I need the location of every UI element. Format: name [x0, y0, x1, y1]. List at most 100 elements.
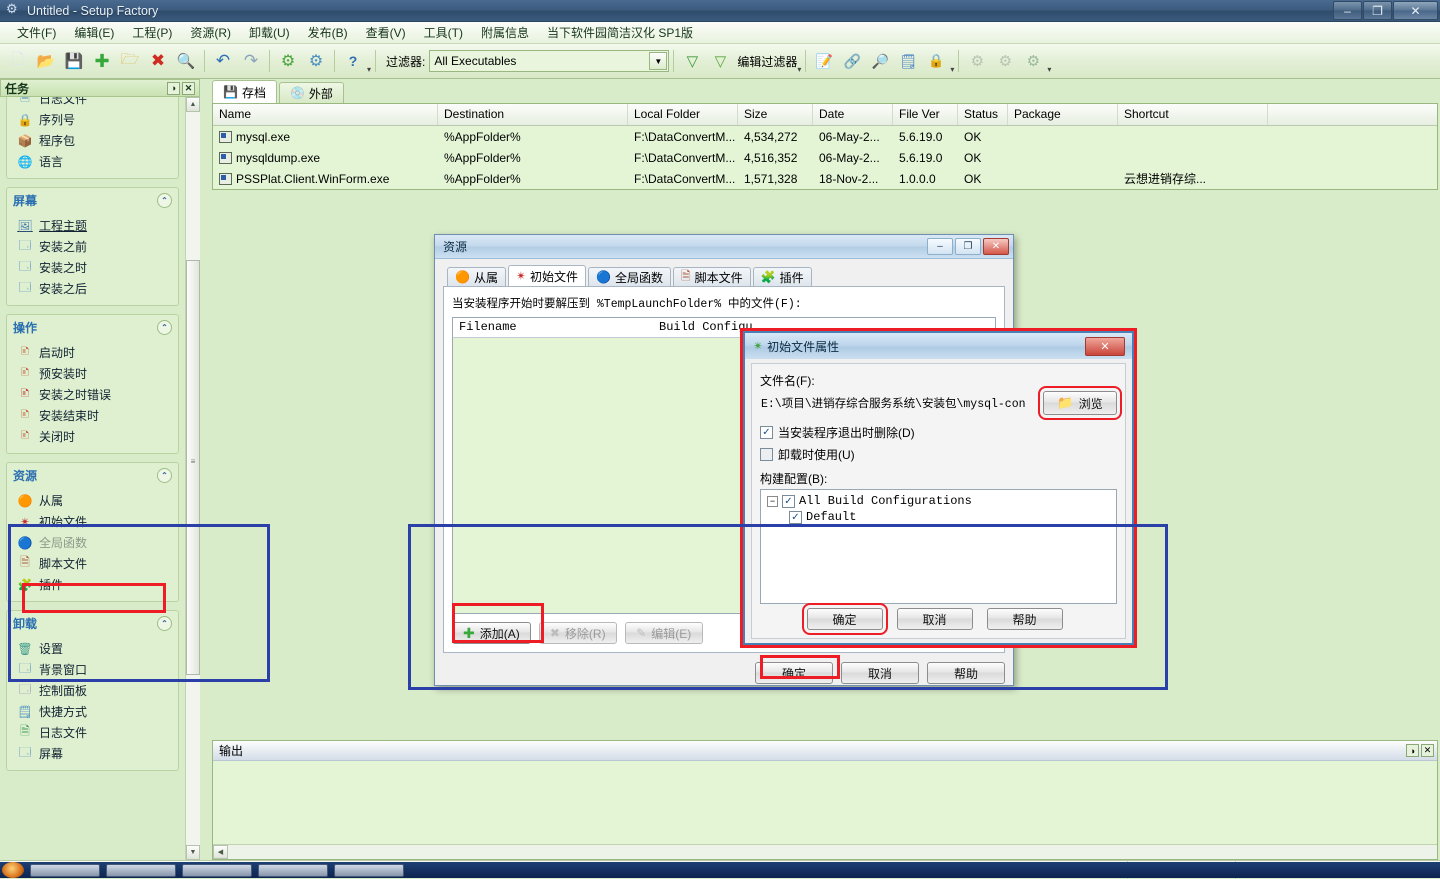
test-run-icon[interactable]: ⚙ — [992, 48, 1018, 74]
cancel-button[interactable]: 取消 — [841, 662, 919, 684]
sidebar-item-shortcut[interactable]: 🗒 快捷方式 — [7, 701, 178, 722]
taskbar-button[interactable] — [106, 864, 176, 877]
resource-maximize-button[interactable]: ❐ — [955, 238, 981, 255]
add-button[interactable]: ✚ 添加(A) — [452, 622, 531, 644]
toolbar-overflow-1[interactable]: ▾ — [367, 65, 371, 74]
sidebar-item-on-preinstall[interactable]: 🗈 预安装时 — [7, 363, 178, 384]
column-header-name[interactable]: Name — [213, 104, 438, 125]
tree-node-default[interactable]: ✓ Default — [789, 510, 1110, 524]
sidebar-item-on-shutdown[interactable]: 🗈 关闭时 — [7, 426, 178, 447]
help-icon[interactable]: ? — [340, 48, 366, 74]
use-on-uninstall-row[interactable]: 卸载时使用(U) — [760, 446, 1117, 463]
taskbar-button[interactable] — [334, 864, 404, 877]
sidebar-item-dependencies[interactable]: 🟠 从属 — [7, 490, 178, 511]
filename-input[interactable]: E:\项目\进销存综合服务系统\安装包\mysql-con — [760, 392, 1037, 414]
toolbar-overflow-3[interactable]: ▾ — [950, 65, 954, 74]
build-config-tree[interactable]: − ✓ All Build Configurations ✓ Default — [760, 489, 1117, 604]
use-on-uninstall-checkbox[interactable] — [760, 448, 773, 461]
tab-archive[interactable]: 💾 存档 — [212, 80, 277, 103]
security-icon[interactable]: 🔒 — [923, 48, 949, 74]
open-icon[interactable]: 📂 — [33, 48, 59, 74]
sidebar-item-language[interactable]: 🌐 语言 — [7, 151, 178, 172]
menu-item-about[interactable]: 附属信息 — [472, 22, 538, 43]
chevron-up-icon[interactable]: ⌃ — [157, 616, 172, 631]
help-button[interactable]: 帮助 — [927, 662, 1005, 684]
sidebar-item-on-install-error[interactable]: 🗈 安装之时错误 — [7, 384, 178, 405]
tab-dependencies[interactable]: 🟠 从属 — [447, 267, 506, 286]
find-icon[interactable]: 🔍 — [173, 48, 199, 74]
cancel-button[interactable]: 取消 — [897, 608, 973, 630]
column-header-package[interactable]: Package — [1008, 104, 1118, 125]
column-header-shortcut[interactable]: Shortcut — [1118, 104, 1268, 125]
chevron-down-icon[interactable]: ▼ — [649, 52, 667, 70]
minimize-button[interactable]: – — [1333, 1, 1362, 20]
sidebar-item-global-functions[interactable]: 🔵 全局函数 — [7, 532, 178, 553]
menu-item-edit[interactable]: 编辑(E) — [65, 22, 123, 43]
build-icon[interactable]: ⚙ — [275, 48, 301, 74]
close-icon[interactable]: ✕ — [182, 82, 195, 95]
delete-icon[interactable]: ✖ — [145, 48, 171, 74]
filter-combobox[interactable]: All Executables ▼ — [429, 50, 669, 72]
task-group-actions-header[interactable]: 操作 ⌃ — [7, 315, 178, 340]
primer-close-button[interactable]: ✕ — [1085, 337, 1125, 356]
ok-button[interactable]: 确定 — [807, 608, 883, 630]
sidebar-item-uninstall-log[interactable]: 🗎 日志文件 — [7, 722, 178, 743]
menu-item-view[interactable]: 查看(V) — [357, 22, 415, 43]
tab-script-files[interactable]: 🗎 脚本文件 — [673, 267, 751, 286]
menu-item-file[interactable]: 文件(F) — [8, 22, 65, 43]
column-header-status[interactable]: Status — [958, 104, 1008, 125]
menu-item-project[interactable]: 工程(P) — [123, 22, 181, 43]
sidebar-item-primer-files[interactable]: ✴ 初始文件 — [7, 511, 178, 532]
menu-item-publish[interactable]: 发布(B) — [299, 22, 357, 43]
scroll-left-arrow-icon[interactable]: ◀ — [213, 845, 228, 859]
resource-minimize-button[interactable]: – — [927, 238, 953, 255]
toolbar-overflow-2[interactable]: ▾ — [797, 65, 801, 74]
taskbar-button[interactable] — [30, 864, 100, 877]
script-editor-icon[interactable]: 📝 — [811, 48, 837, 74]
ok-button[interactable]: 确定 — [755, 662, 833, 684]
edit-filter-label[interactable]: 编辑过滤器 — [737, 53, 797, 70]
task-group-screens-header[interactable]: 屏幕 ⌃ — [7, 188, 178, 213]
close-button[interactable]: ✕ — [1393, 1, 1438, 20]
save-icon[interactable]: 💾 — [61, 48, 87, 74]
dependency-icon[interactable]: 🔗 — [839, 48, 865, 74]
redo-icon[interactable]: ↷ — [238, 48, 264, 74]
close-icon[interactable]: ✕ — [1421, 744, 1434, 757]
scroll-down-arrow-icon[interactable]: ▼ — [186, 845, 200, 860]
column-header-local-folder[interactable]: Local Folder — [628, 104, 738, 125]
menu-item-uninstall[interactable]: 卸载(U) — [240, 22, 299, 43]
remove-button[interactable]: ✖ 移除(R) — [539, 622, 617, 644]
sidebar-item-during-install[interactable]: 🗔 安装之时 — [7, 257, 178, 278]
sidebar-item-on-install-end[interactable]: 🗈 安装结束时 — [7, 405, 178, 426]
table-row[interactable]: PSSPlat.Client.WinForm.exe %AppFolder% F… — [213, 168, 1437, 189]
add-file-icon[interactable]: ✚ — [89, 48, 115, 74]
chevron-up-icon[interactable]: ⌃ — [157, 320, 172, 335]
chevron-up-icon[interactable]: ⌃ — [157, 468, 172, 483]
sidebar-item-on-startup[interactable]: 🗈 启动时 — [7, 342, 178, 363]
scrollbar-thumb[interactable] — [186, 260, 200, 675]
sidebar-item-uninstall-settings[interactable]: 🗑 设置 — [7, 638, 178, 659]
delete-on-exit-checkbox[interactable]: ✓ — [760, 426, 773, 439]
task-group-uninstall-header[interactable]: 卸载 ⌃ — [7, 611, 178, 636]
settings-icon[interactable]: ⚙ — [303, 48, 329, 74]
sidebar-item-project-theme[interactable]: 🖼 工程主题 — [7, 215, 178, 236]
help-button[interactable]: 帮助 — [987, 608, 1063, 630]
undo-icon[interactable]: ↶ — [210, 48, 236, 74]
scroll-up-arrow-icon[interactable]: ▲ — [186, 97, 200, 112]
tab-external[interactable]: 💿 外部 — [279, 82, 344, 103]
build-project-icon[interactable]: ⚙ — [964, 48, 990, 74]
delete-on-exit-row[interactable]: ✓ 当安装程序退出时删除(D) — [760, 424, 1117, 441]
tab-plugins[interactable]: 🧩 插件 — [753, 267, 812, 286]
tree-expander-icon[interactable]: − — [767, 496, 778, 507]
tab-global-functions[interactable]: 🔵 全局函数 — [588, 267, 671, 286]
sidebar-item-after-install[interactable]: 🗔 安装之后 — [7, 278, 178, 299]
sidebar-item-package[interactable]: 📦 程序包 — [7, 130, 178, 151]
column-header-destination[interactable]: Destination — [438, 104, 628, 125]
column-header-file-ver[interactable]: File Ver — [893, 104, 958, 125]
sidebar-item-serial-number[interactable]: 🔒 序列号 — [7, 109, 178, 130]
output-horizontal-scrollbar[interactable]: ◀ — [213, 844, 1437, 859]
screens-icon[interactable]: 🗒 — [895, 48, 921, 74]
edit-button[interactable]: ✎ 编辑(E) — [625, 622, 703, 644]
pin-icon[interactable]: ◑ — [167, 82, 180, 95]
edit-filter-icon[interactable]: ▽ — [707, 48, 733, 74]
